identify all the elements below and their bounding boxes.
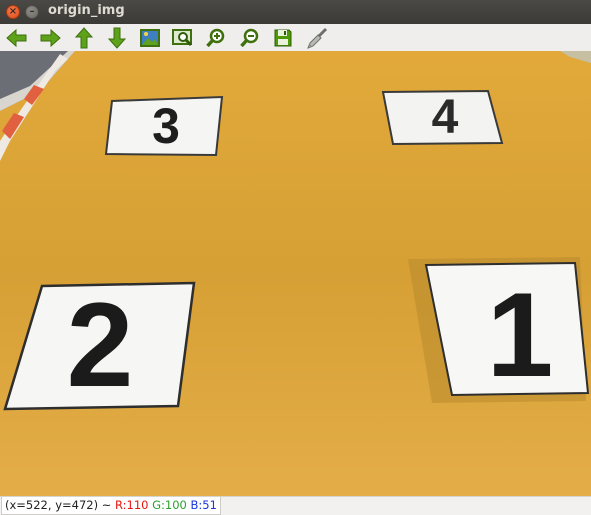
card-2-label: 2 <box>67 278 134 412</box>
pan-left-button[interactable] <box>5 26 29 50</box>
origin-image[interactable]: 3 4 2 1 <box>0 51 591 496</box>
save-button[interactable] <box>271 26 295 50</box>
zoom-out-button[interactable] <box>238 26 262 50</box>
card-1: 1 <box>408 257 590 403</box>
pan-down-button[interactable] <box>105 26 129 50</box>
image-icon <box>140 29 160 47</box>
status-bar: (x=522, y=472) ~ R:110 G:100 B:51 <box>0 496 591 515</box>
card-3-label: 3 <box>152 98 180 154</box>
properties-button[interactable] <box>305 26 329 50</box>
arrow-up-icon <box>74 27 94 49</box>
minimize-window-button[interactable]: – <box>25 5 39 19</box>
cursor-coords: (x=522, y=472) ~ <box>5 498 112 512</box>
arrow-down-icon <box>107 27 127 49</box>
red-value: R:110 <box>115 498 149 512</box>
green-value: G:100 <box>152 498 187 512</box>
zoom-fit-icon <box>172 29 193 47</box>
window-title: origin_img <box>48 3 125 18</box>
image-view[interactable]: 3 4 2 1 <box>0 51 591 496</box>
pixel-info: (x=522, y=472) ~ R:110 G:100 B:51 <box>1 497 221 515</box>
brush-icon <box>307 27 328 49</box>
zoom-fit-button[interactable] <box>171 26 195 50</box>
pan-right-button[interactable] <box>38 26 62 50</box>
pan-up-button[interactable] <box>72 26 96 50</box>
zoom-out-icon <box>240 28 259 48</box>
card-4: 4 <box>381 89 504 146</box>
arrow-right-icon <box>40 28 61 48</box>
card-1-label: 1 <box>487 268 554 402</box>
minimize-icon: – <box>29 6 35 17</box>
arrow-left-icon <box>6 28 27 48</box>
blue-value: B:51 <box>190 498 217 512</box>
zoom-in-button[interactable] <box>204 26 228 50</box>
close-window-button[interactable]: × <box>6 5 20 19</box>
title-bar: × – origin_img <box>0 0 591 24</box>
toolbar <box>0 24 591 52</box>
zoom-in-icon <box>206 28 225 48</box>
save-icon <box>274 29 292 47</box>
card-3: 3 <box>104 95 224 157</box>
zoom-original-button[interactable] <box>138 26 162 50</box>
card-4-label: 4 <box>432 91 459 144</box>
close-icon: × <box>8 6 18 17</box>
